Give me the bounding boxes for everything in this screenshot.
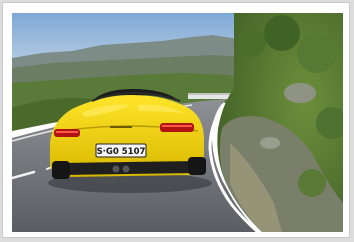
rear-right-wheel [188, 157, 206, 175]
right-taillight [160, 123, 194, 132]
rear-left-wheel [52, 161, 70, 179]
car-photo: S·G0 5107 [12, 13, 343, 232]
photo-frame: S·G0 5107 [2, 2, 350, 238]
exhaust-right [122, 165, 130, 173]
exhaust-left [112, 165, 120, 173]
license-plate-text: S·G0 5107 [97, 147, 146, 157]
rear-badge [110, 126, 132, 128]
